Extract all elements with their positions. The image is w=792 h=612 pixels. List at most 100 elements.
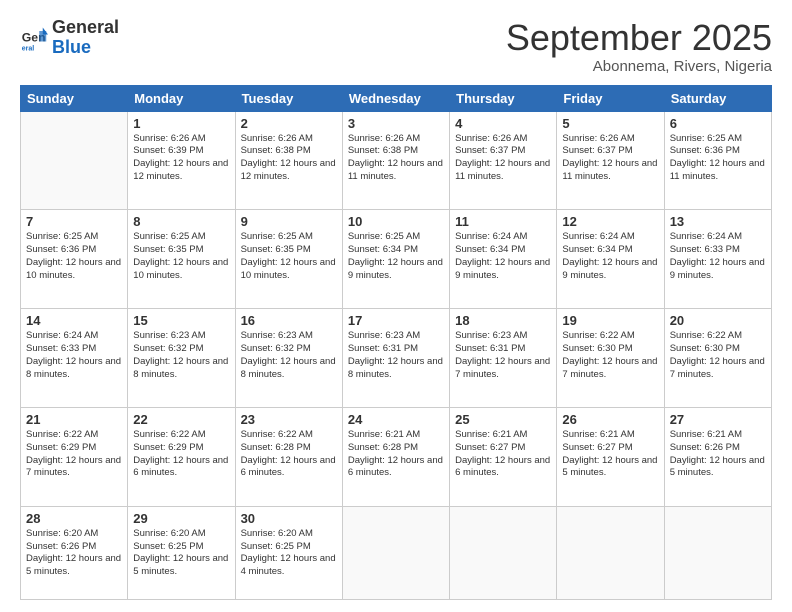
table-row: 26 Sunrise: 6:21 AM Sunset: 6:27 PM Dayli… [557, 408, 664, 507]
col-thursday: Thursday [450, 85, 557, 111]
day-info: Sunrise: 6:26 AM Sunset: 6:38 PM Dayligh… [241, 133, 337, 184]
day-number: 20 [670, 313, 766, 328]
day-number: 25 [455, 412, 551, 427]
day-info: Sunrise: 6:22 AM Sunset: 6:30 PM Dayligh… [562, 330, 658, 381]
day-number: 2 [241, 116, 337, 131]
col-sunday: Sunday [21, 85, 128, 111]
day-number: 12 [562, 214, 658, 229]
day-number: 11 [455, 214, 551, 229]
col-friday: Friday [557, 85, 664, 111]
day-number: 8 [133, 214, 229, 229]
table-row: 9 Sunrise: 6:25 AM Sunset: 6:35 PM Daylig… [235, 210, 342, 309]
table-row [664, 506, 771, 599]
calendar-week-row: 1Sunrise: 6:26 AM Sunset: 6:39 PM Daylig… [21, 111, 772, 210]
table-row: 10 Sunrise: 6:25 AM Sunset: 6:34 PM Dayli… [342, 210, 449, 309]
calendar-week-row: 14 Sunrise: 6:24 AM Sunset: 6:33 PM Dayli… [21, 309, 772, 408]
day-number: 30 [241, 511, 337, 526]
logo: Gen eral General Blue [20, 18, 119, 58]
day-number: 17 [348, 313, 444, 328]
day-number: 10 [348, 214, 444, 229]
table-row: 15 Sunrise: 6:23 AM Sunset: 6:32 PM Dayli… [128, 309, 235, 408]
table-row [557, 506, 664, 599]
table-row: 21Sunrise: 6:22 AM Sunset: 6:29 PM Dayli… [21, 408, 128, 507]
table-row: 22 Sunrise: 6:22 AM Sunset: 6:29 PM Dayli… [128, 408, 235, 507]
svg-text:eral: eral [22, 45, 35, 52]
table-row: 4 Sunrise: 6:26 AM Sunset: 6:37 PM Daylig… [450, 111, 557, 210]
day-info: Sunrise: 6:24 AM Sunset: 6:34 PM Dayligh… [562, 231, 658, 282]
calendar-table: Sunday Monday Tuesday Wednesday Thursday… [20, 85, 772, 600]
logo-general-text: General [52, 18, 119, 38]
day-info: Sunrise: 6:23 AM Sunset: 6:31 PM Dayligh… [348, 330, 444, 381]
day-number: 14 [26, 313, 122, 328]
day-number: 28 [26, 511, 122, 526]
day-info: Sunrise: 6:20 AM Sunset: 6:25 PM Dayligh… [133, 528, 229, 579]
table-row: 17 Sunrise: 6:23 AM Sunset: 6:31 PM Dayli… [342, 309, 449, 408]
day-info: Sunrise: 6:23 AM Sunset: 6:31 PM Dayligh… [455, 330, 551, 381]
day-info: Sunrise: 6:21 AM Sunset: 6:27 PM Dayligh… [455, 429, 551, 480]
table-row: 30 Sunrise: 6:20 AM Sunset: 6:25 PM Dayli… [235, 506, 342, 599]
table-row: 13Sunrise: 6:24 AM Sunset: 6:33 PM Dayli… [664, 210, 771, 309]
table-row: 1Sunrise: 6:26 AM Sunset: 6:39 PM Daylig… [128, 111, 235, 210]
day-info: Sunrise: 6:21 AM Sunset: 6:26 PM Dayligh… [670, 429, 766, 480]
day-number: 13 [670, 214, 766, 229]
logo-blue-text: Blue [52, 38, 119, 58]
day-info: Sunrise: 6:26 AM Sunset: 6:37 PM Dayligh… [455, 133, 551, 184]
table-row: 11 Sunrise: 6:24 AM Sunset: 6:34 PM Dayli… [450, 210, 557, 309]
day-number: 5 [562, 116, 658, 131]
table-row: 7 Sunrise: 6:25 AM Sunset: 6:36 PM Daylig… [21, 210, 128, 309]
logo-icon: Gen eral [20, 24, 48, 52]
day-number: 23 [241, 412, 337, 427]
col-saturday: Saturday [664, 85, 771, 111]
month-title: September 2025 [506, 18, 772, 58]
day-info: Sunrise: 6:25 AM Sunset: 6:35 PM Dayligh… [241, 231, 337, 282]
col-monday: Monday [128, 85, 235, 111]
table-row [450, 506, 557, 599]
day-number: 4 [455, 116, 551, 131]
table-row [342, 506, 449, 599]
day-number: 3 [348, 116, 444, 131]
day-info: Sunrise: 6:23 AM Sunset: 6:32 PM Dayligh… [133, 330, 229, 381]
day-number: 24 [348, 412, 444, 427]
day-info: Sunrise: 6:26 AM Sunset: 6:38 PM Dayligh… [348, 133, 444, 184]
table-row: 6 Sunrise: 6:25 AM Sunset: 6:36 PM Daylig… [664, 111, 771, 210]
day-info: Sunrise: 6:25 AM Sunset: 6:36 PM Dayligh… [26, 231, 122, 282]
day-info: Sunrise: 6:26 AM Sunset: 6:37 PM Dayligh… [562, 133, 658, 184]
day-number: 9 [241, 214, 337, 229]
day-number: 26 [562, 412, 658, 427]
day-number: 16 [241, 313, 337, 328]
day-info: Sunrise: 6:25 AM Sunset: 6:35 PM Dayligh… [133, 231, 229, 282]
table-row: 24Sunrise: 6:21 AM Sunset: 6:28 PM Dayli… [342, 408, 449, 507]
day-number: 6 [670, 116, 766, 131]
col-tuesday: Tuesday [235, 85, 342, 111]
table-row: 8 Sunrise: 6:25 AM Sunset: 6:35 PM Daylig… [128, 210, 235, 309]
day-info: Sunrise: 6:20 AM Sunset: 6:25 PM Dayligh… [241, 528, 337, 579]
day-info: Sunrise: 6:22 AM Sunset: 6:30 PM Dayligh… [670, 330, 766, 381]
day-number: 7 [26, 214, 122, 229]
table-row: 12 Sunrise: 6:24 AM Sunset: 6:34 PM Dayli… [557, 210, 664, 309]
day-number: 27 [670, 412, 766, 427]
table-row [21, 111, 128, 210]
col-wednesday: Wednesday [342, 85, 449, 111]
table-row: 28 Sunrise: 6:20 AM Sunset: 6:26 PM Dayli… [21, 506, 128, 599]
day-number: 22 [133, 412, 229, 427]
title-area: September 2025 Abonnema, Rivers, Nigeria [506, 18, 772, 75]
table-row: 23Sunrise: 6:22 AM Sunset: 6:28 PM Dayli… [235, 408, 342, 507]
day-info: Sunrise: 6:25 AM Sunset: 6:34 PM Dayligh… [348, 231, 444, 282]
header: Gen eral General Blue September 2025 Abo… [20, 18, 772, 75]
table-row: 2 Sunrise: 6:26 AM Sunset: 6:38 PM Daylig… [235, 111, 342, 210]
location-subtitle: Abonnema, Rivers, Nigeria [506, 58, 772, 75]
table-row: 14 Sunrise: 6:24 AM Sunset: 6:33 PM Dayli… [21, 309, 128, 408]
table-row: 3 Sunrise: 6:26 AM Sunset: 6:38 PM Daylig… [342, 111, 449, 210]
day-info: Sunrise: 6:22 AM Sunset: 6:29 PM Dayligh… [26, 429, 122, 480]
day-info: Sunrise: 6:20 AM Sunset: 6:26 PM Dayligh… [26, 528, 122, 579]
table-row: 16Sunrise: 6:23 AM Sunset: 6:32 PM Dayli… [235, 309, 342, 408]
day-info: Sunrise: 6:21 AM Sunset: 6:27 PM Dayligh… [562, 429, 658, 480]
day-number: 18 [455, 313, 551, 328]
day-info: Sunrise: 6:24 AM Sunset: 6:33 PM Dayligh… [26, 330, 122, 381]
day-number: 19 [562, 313, 658, 328]
table-row: 27 Sunrise: 6:21 AM Sunset: 6:26 PM Dayli… [664, 408, 771, 507]
day-info: Sunrise: 6:22 AM Sunset: 6:29 PM Dayligh… [133, 429, 229, 480]
day-info: Sunrise: 6:24 AM Sunset: 6:34 PM Dayligh… [455, 231, 551, 282]
day-info: Sunrise: 6:25 AM Sunset: 6:36 PM Dayligh… [670, 133, 766, 184]
day-number: 15 [133, 313, 229, 328]
